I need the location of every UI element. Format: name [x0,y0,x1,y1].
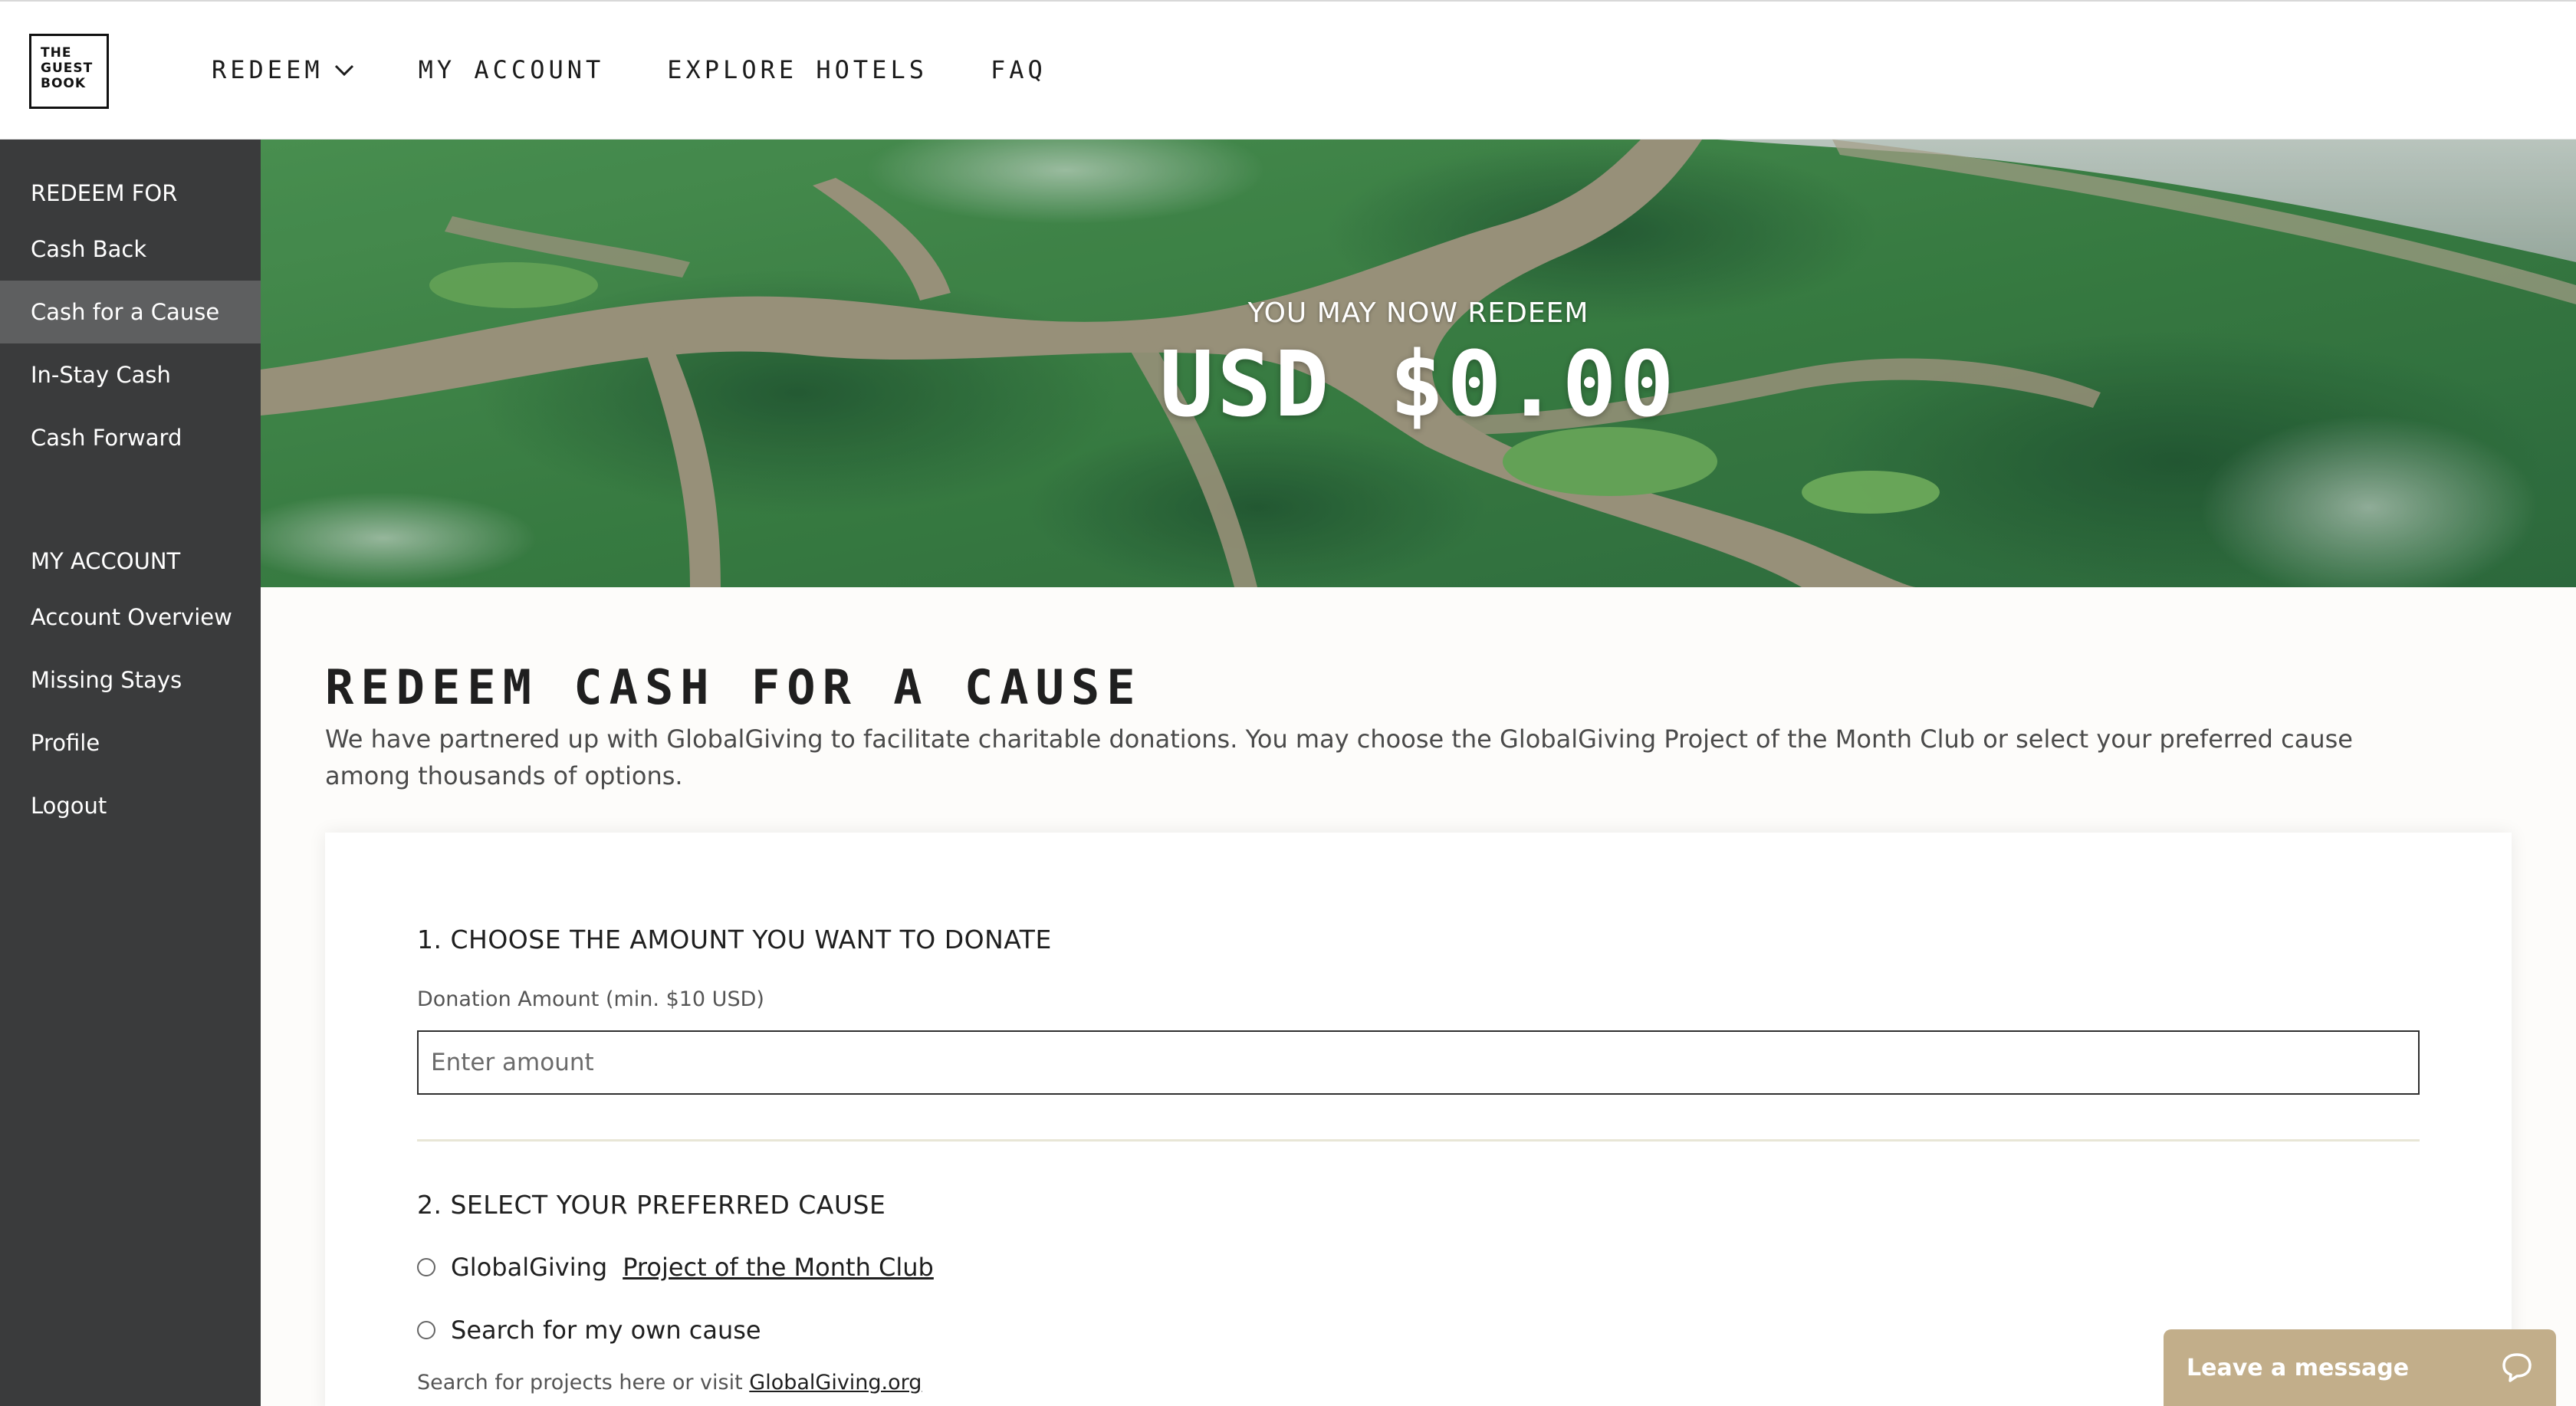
step-2-title: 2. SELECT YOUR PREFERRED CAUSE [417,1190,886,1220]
section-divider [417,1139,2420,1142]
hero-subtitle: YOU MAY NOW REDEEM [1247,297,1589,329]
option-own-cause-label: Search for my own cause [451,1316,761,1345]
chat-widget[interactable]: Leave a message [2164,1329,2556,1406]
radio-project-of-month[interactable] [417,1258,435,1276]
nav-my-account[interactable]: MY ACCOUNT [419,55,605,84]
sidebar-item-account-overview[interactable]: Account Overview [0,586,261,649]
hero-banner: YOU MAY NOW REDEEM USD $0.00 [261,140,2576,587]
sidebar-heading-redeem: REDEEM FOR [31,180,178,206]
main-nav: REDEEM MY ACCOUNT EXPLORE HOTELS FAQ [212,55,1046,84]
sidebar-item-cash-for-a-cause[interactable]: Cash for a Cause [0,281,261,343]
redeemable-balance: USD $0.00 [1159,331,1677,437]
logo-line-2: GUEST [41,61,94,76]
sidebar-item-cash-back[interactable]: Cash Back [0,218,261,281]
sidebar: REDEEM FOR Cash Back Cash for a Cause In… [0,140,261,1406]
cause-option-own-cause: Search for my own cause [417,1316,761,1345]
chevron-down-icon [334,64,353,77]
chat-label: Leave a message [2187,1354,2410,1381]
sidebar-item-cash-forward[interactable]: Cash Forward [0,406,261,469]
cause-option-project-of-month: GlobalGiving Project of the Month Club [417,1253,934,1282]
option-globalgiving-label: GlobalGiving [451,1253,608,1282]
globalgiving-link[interactable]: GlobalGiving.org [749,1371,922,1395]
nav-faq[interactable]: FAQ [991,55,1046,84]
nav-redeem-label: REDEEM [212,55,324,84]
search-hint-text: Search for projects here or visit [417,1371,743,1395]
sidebar-item-profile[interactable]: Profile [0,711,261,774]
donation-form-card: 1. CHOOSE THE AMOUNT YOU WANT TO DONATE … [325,833,2512,1406]
intro-text: We have partnered up with GlobalGiving t… [325,724,2353,790]
sidebar-heading-my-account: MY ACCOUNT [31,548,181,574]
logo-line-1: THE [41,45,72,61]
guestbook-logo[interactable]: THE GUEST BOOK [29,34,109,109]
nav-redeem[interactable]: REDEEM [212,55,356,84]
search-hint: Search for projects here or visit Global… [417,1371,922,1395]
step-1-title: 1. CHOOSE THE AMOUNT YOU WANT TO DONATE [417,925,1052,954]
radio-own-cause[interactable] [417,1321,435,1339]
sidebar-item-logout[interactable]: Logout [0,774,261,837]
top-navigation: THE GUEST BOOK REDEEM MY ACCOUNT EXPLORE… [0,0,2576,140]
sidebar-item-in-stay-cash[interactable]: In-Stay Cash [0,343,261,406]
page-title: REDEEM CASH FOR A CAUSE [325,659,1142,715]
donation-amount-label: Donation Amount (min. $10 USD) [417,987,764,1011]
logo-line-3: BOOK [41,76,87,91]
sidebar-item-missing-stays[interactable]: Missing Stays [0,649,261,711]
nav-explore-hotels[interactable]: EXPLORE HOTELS [667,55,928,84]
donation-amount-input[interactable] [417,1030,2420,1095]
project-of-month-link[interactable]: Project of the Month Club [623,1253,934,1282]
chat-bubble-icon [2502,1353,2532,1382]
